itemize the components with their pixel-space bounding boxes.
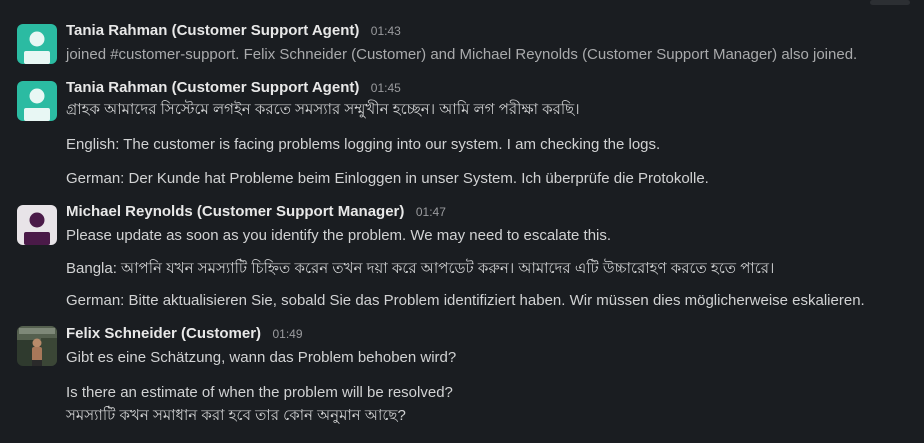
message-text: Is there an estimate of when the problem… [66, 384, 453, 401]
teal-person-icon[interactable] [17, 81, 57, 121]
message-header: Tania Rahman (Customer Support Agent) 01… [66, 20, 401, 42]
message-text: গ্রাহক আমাদের সিস্টেমে লগইন করতে সমস্যার… [66, 101, 580, 118]
message-text: English: The customer is facing problems… [66, 136, 661, 153]
message-header: Felix Schneider (Customer) 01:49 [66, 323, 303, 345]
purple-person-icon[interactable] [17, 205, 57, 245]
message-text: Bangla: আপনি যখন সমস্যাটি চিহ্নিত করেন ত… [66, 260, 775, 277]
message-text: Gibt es eine Schätzung, wann das Problem… [66, 349, 457, 366]
timestamp[interactable]: 01:49 [273, 327, 303, 341]
message-text: German: Bitte aktualisieren Sie, sobald … [66, 292, 865, 309]
scrollbar-thumb[interactable] [870, 0, 910, 5]
sender-name[interactable]: Tania Rahman (Customer Support Agent) [66, 22, 359, 39]
message-header: Michael Reynolds (Customer Support Manag… [66, 201, 446, 223]
timestamp[interactable]: 01:43 [371, 24, 401, 38]
sender-name[interactable]: Felix Schneider (Customer) [66, 325, 261, 342]
sender-name[interactable]: Tania Rahman (Customer Support Agent) [66, 79, 359, 96]
message-text: Please update as soon as you identify th… [66, 227, 612, 244]
message-header: Tania Rahman (Customer Support Agent) 01… [66, 77, 401, 99]
sender-name[interactable]: Michael Reynolds (Customer Support Manag… [66, 203, 404, 220]
photo-avatar-icon[interactable] [17, 326, 57, 366]
timestamp[interactable]: 01:47 [416, 205, 446, 219]
message-text: সমস্যাটি কখন সমাধান করা হবে তার কোন অনুম… [66, 407, 406, 424]
timestamp[interactable]: 01:45 [371, 81, 401, 95]
message-text: joined #customer-support. Felix Schneide… [66, 46, 858, 63]
message-text: German: Der Kunde hat Probleme beim Einl… [66, 170, 709, 187]
teal-person-icon[interactable] [17, 24, 57, 64]
